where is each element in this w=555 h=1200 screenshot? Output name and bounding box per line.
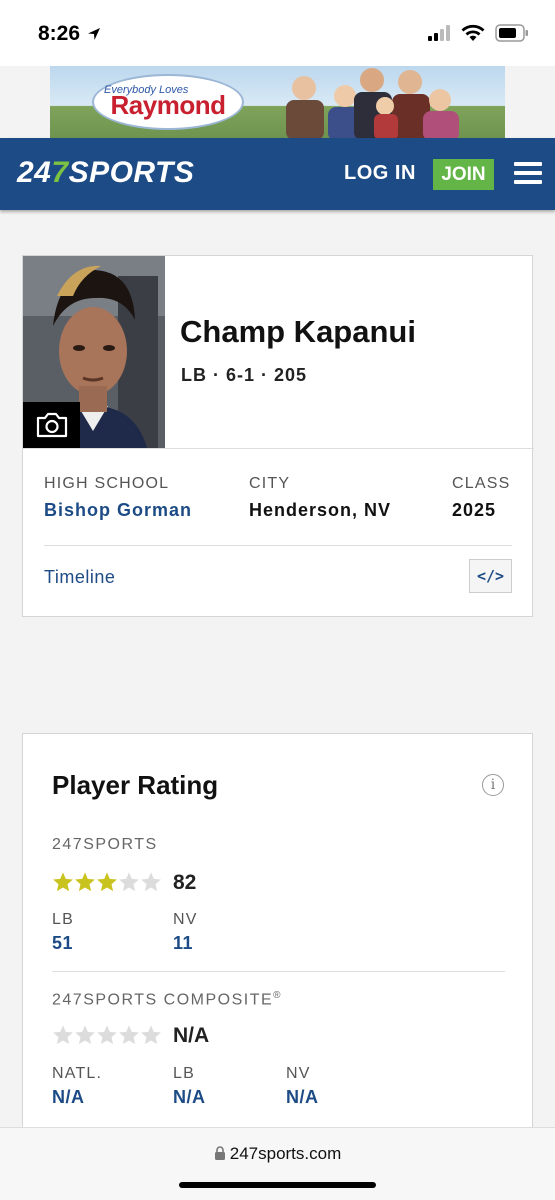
ad-banner[interactable]: Everybody Loves Raymond bbox=[50, 66, 505, 138]
hamburger-menu-icon[interactable] bbox=[514, 162, 542, 184]
camera-icon[interactable] bbox=[23, 402, 80, 448]
player-rating-title: Player Rating bbox=[52, 770, 219, 800]
sports247-rank-label-state: NV bbox=[173, 911, 198, 928]
composite-rank-value-state[interactable]: N/A bbox=[286, 1087, 319, 1108]
divider bbox=[44, 545, 512, 546]
browser-bottom-bar: 247sports.com bbox=[0, 1127, 555, 1200]
lock-icon bbox=[214, 1146, 225, 1160]
url-text: 247sports.com bbox=[229, 1144, 342, 1163]
star-empty-icon bbox=[141, 1025, 161, 1045]
info-icon[interactable]: i bbox=[482, 774, 504, 796]
composite-rank-value-position[interactable]: N/A bbox=[173, 1087, 206, 1108]
logo-suffix: SPORTS bbox=[68, 156, 195, 189]
player-position-size: LB · 6-1 · 205 bbox=[181, 365, 308, 385]
star-empty-icon bbox=[141, 872, 161, 892]
site-logo[interactable]: 247SPORTS bbox=[17, 156, 194, 190]
logo-seven: 7 bbox=[51, 156, 69, 189]
sports247-rank-label-position: LB bbox=[52, 911, 74, 928]
player-rating-card: Player Rating i 247SPORTS 82 LB 51 NV 11… bbox=[22, 733, 533, 1143]
player-photo[interactable] bbox=[23, 256, 165, 448]
composite-star-rating bbox=[52, 1024, 162, 1046]
class-value: 2025 bbox=[452, 500, 497, 520]
composite-label-text: 247SPORTS COMPOSITE bbox=[52, 991, 274, 1009]
url-bar[interactable]: 247sports.com bbox=[0, 1144, 555, 1164]
ad-cast-photo bbox=[286, 68, 459, 138]
ad-logo: Everybody Loves Raymond bbox=[92, 74, 244, 130]
city-label: CITY bbox=[249, 475, 291, 492]
high-school-label: HIGH SCHOOL bbox=[44, 475, 170, 492]
status-time: 8:26 bbox=[38, 22, 102, 46]
sports247-rank-value-state[interactable]: 11 bbox=[173, 933, 193, 954]
star-filled-icon bbox=[75, 872, 95, 892]
join-button[interactable]: JOIN bbox=[433, 159, 494, 190]
high-school-link[interactable]: Bishop Gorman bbox=[44, 500, 192, 521]
player-profile-card: Champ Kapanui LB · 6-1 · 205 HIGH SCHOOL… bbox=[22, 255, 534, 617]
star-empty-icon bbox=[53, 1025, 73, 1045]
composite-rank-label-national: NATL. bbox=[52, 1065, 103, 1082]
status-icons bbox=[427, 24, 529, 42]
sports247-rank-value-position[interactable]: 51 bbox=[52, 933, 73, 954]
star-empty-icon bbox=[97, 1025, 117, 1045]
location-arrow-icon bbox=[88, 28, 101, 40]
trademark-symbol: ® bbox=[273, 990, 283, 1001]
signal-icon bbox=[428, 25, 450, 41]
logo-prefix: 24 bbox=[17, 156, 52, 189]
divider bbox=[23, 448, 534, 449]
time-text: 8:26 bbox=[38, 22, 81, 45]
player-name: Champ Kapanui bbox=[180, 314, 416, 349]
sports247-score: 82 bbox=[173, 871, 197, 894]
divider bbox=[52, 971, 505, 972]
sports247-star-rating bbox=[52, 871, 162, 893]
city-value: Henderson, NV bbox=[249, 500, 392, 520]
home-indicator bbox=[179, 1182, 376, 1188]
class-label: CLASS bbox=[452, 475, 511, 492]
star-empty-icon bbox=[119, 872, 139, 892]
composite-rank-label-state: NV bbox=[286, 1065, 311, 1082]
composite-rank-value-national[interactable]: N/A bbox=[52, 1087, 85, 1108]
star-filled-icon bbox=[97, 872, 117, 892]
embed-code-button[interactable]: </> bbox=[469, 559, 512, 593]
star-empty-icon bbox=[119, 1025, 139, 1045]
composite-rank-label-position: LB bbox=[173, 1065, 195, 1082]
top-nav: 247SPORTS LOG IN JOIN bbox=[0, 138, 555, 210]
star-empty-icon bbox=[75, 1025, 95, 1045]
ad-logo-big: Raymond bbox=[110, 90, 226, 120]
sports247-label: 247SPORTS bbox=[52, 836, 158, 853]
battery-icon bbox=[495, 24, 528, 42]
login-button[interactable]: LOG IN bbox=[344, 162, 416, 185]
composite-label: 247SPORTS COMPOSITE® bbox=[52, 990, 282, 1009]
star-filled-icon bbox=[53, 872, 73, 892]
composite-score: N/A bbox=[173, 1024, 210, 1047]
timeline-link[interactable]: Timeline bbox=[44, 567, 115, 588]
wifi-icon bbox=[461, 24, 485, 41]
status-bar: 8:26 bbox=[0, 0, 555, 66]
